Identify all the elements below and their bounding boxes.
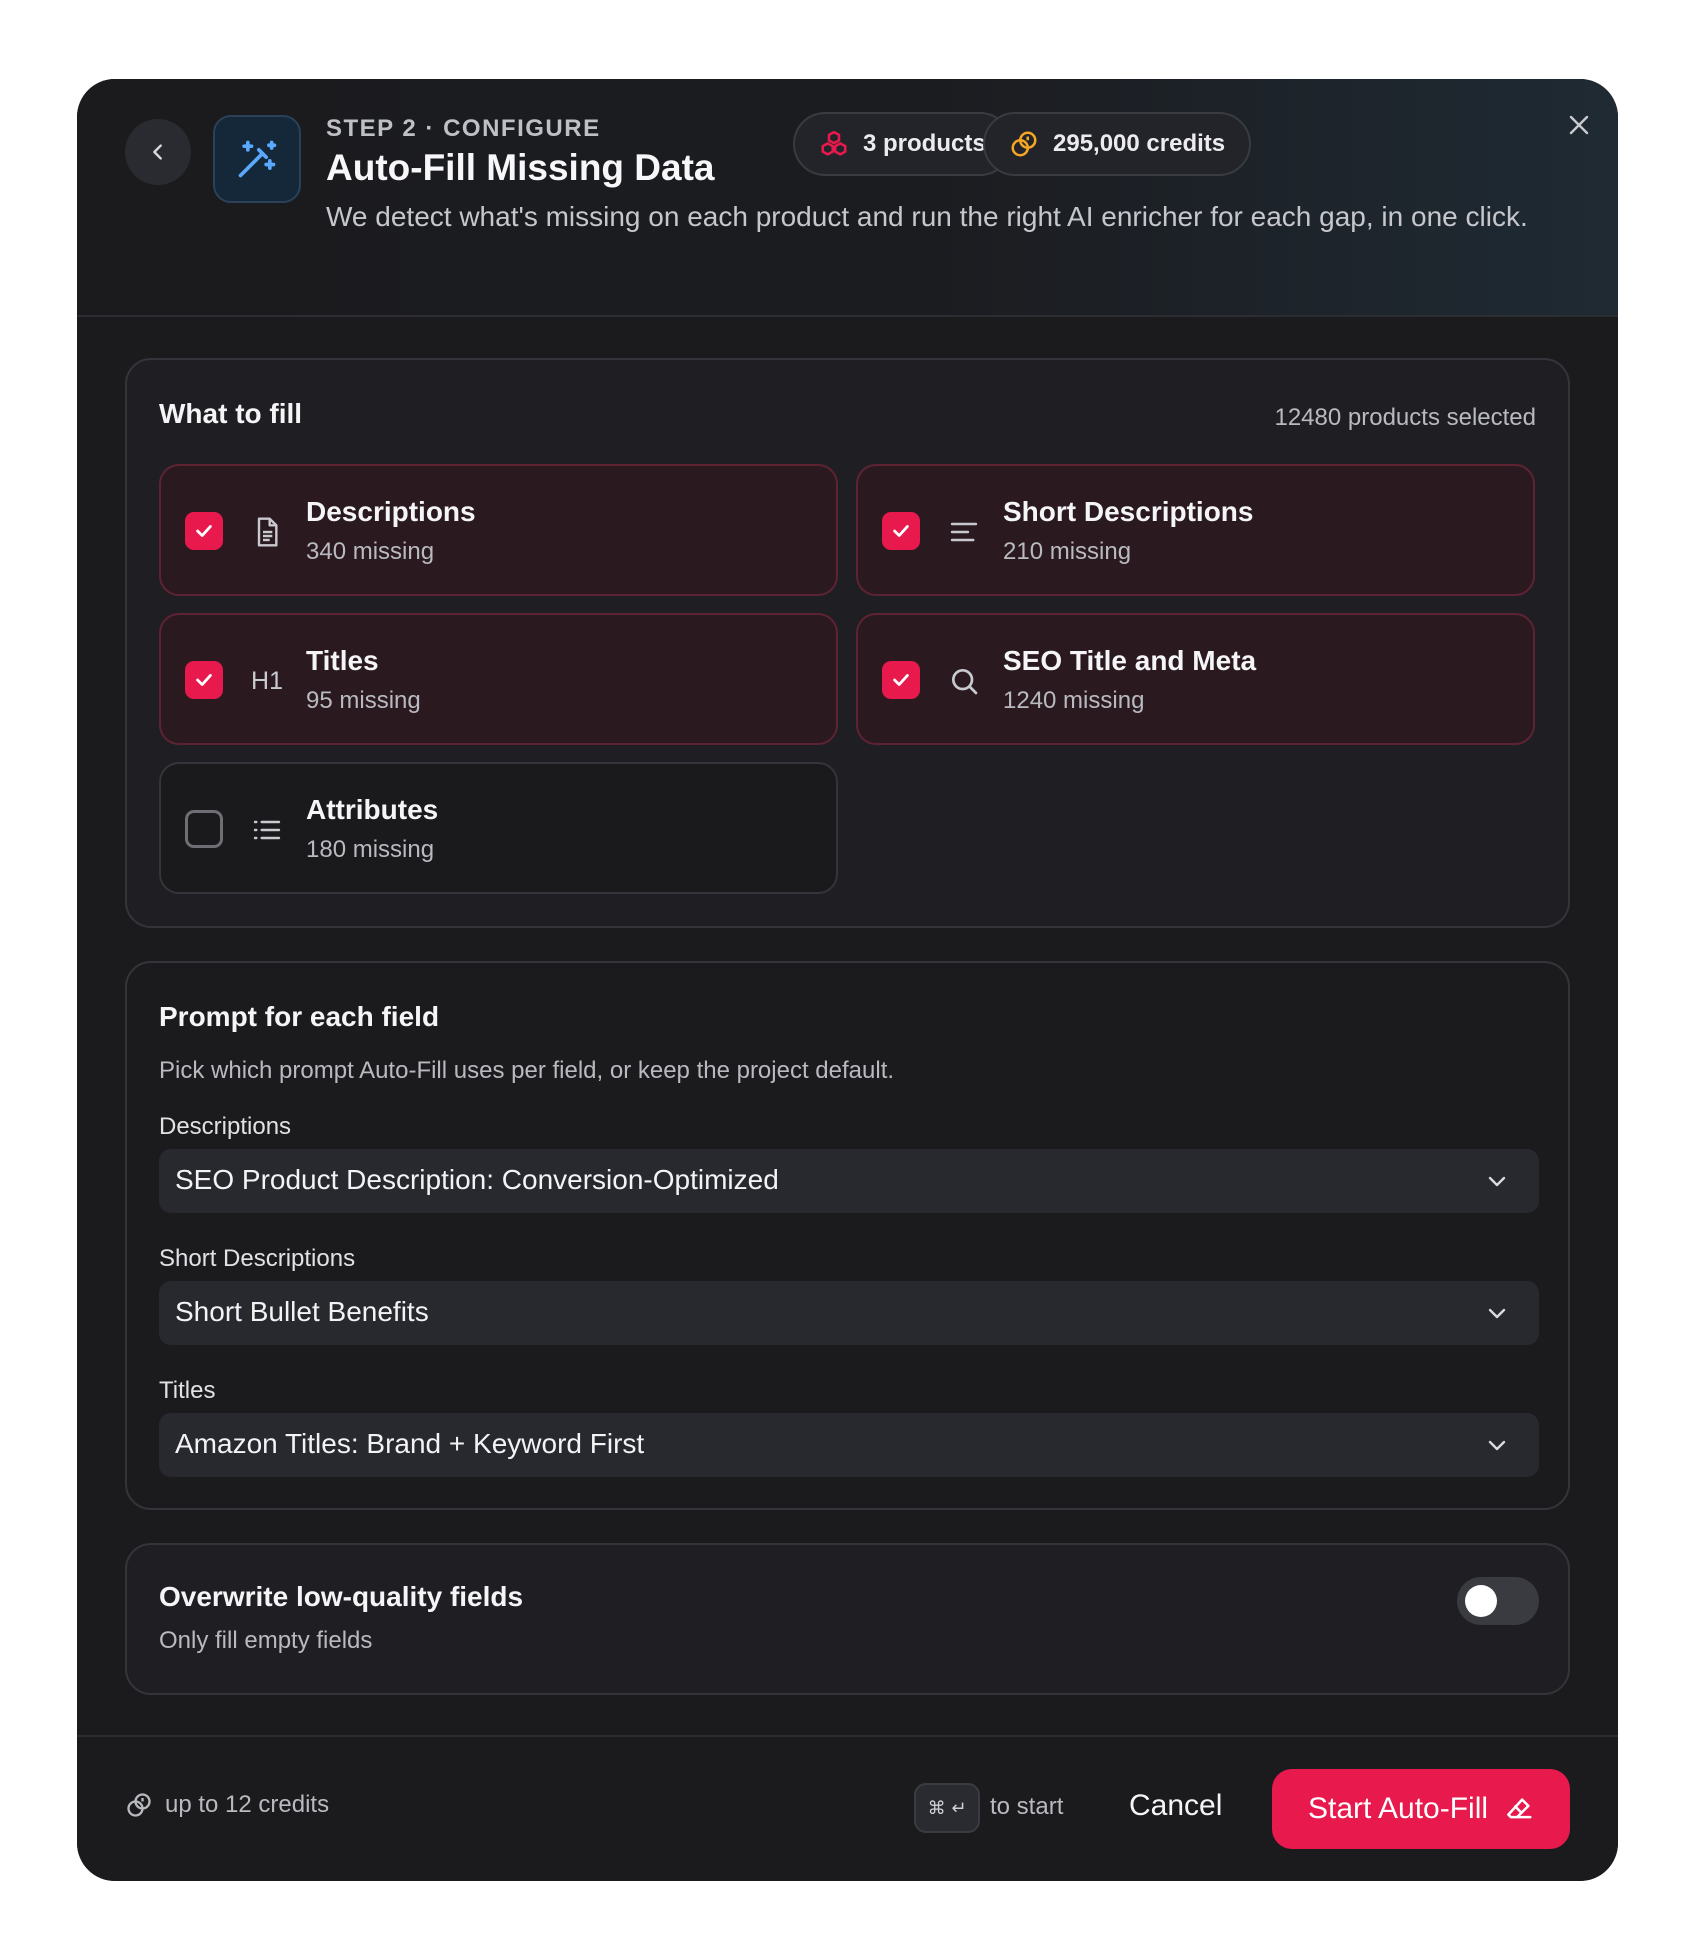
products-pill: 3 products xyxy=(793,112,1012,176)
option-missing: 1240 missing xyxy=(1003,687,1145,714)
checkbox-attributes[interactable] xyxy=(185,810,223,848)
option-label: Titles xyxy=(306,645,379,676)
chevron-down-icon xyxy=(1488,1308,1506,1319)
document-icon xyxy=(245,510,289,554)
magic-wand-icon xyxy=(238,140,277,178)
overwrite-subtitle: Only fill empty fields xyxy=(159,1627,373,1654)
option-titles[interactable]: H1 Titles 95 missing xyxy=(159,613,838,745)
chevron-down-icon xyxy=(1488,1176,1506,1187)
coins-icon xyxy=(1011,131,1037,157)
checkbox-descriptions[interactable] xyxy=(185,512,223,550)
select-value: Amazon Titles: Brand + Keyword First xyxy=(175,1428,645,1459)
chevron-down-icon xyxy=(1488,1440,1506,1451)
option-label: Attributes xyxy=(306,794,439,825)
what-to-fill-card: What to fill 12480 products selected Des… xyxy=(125,358,1570,928)
credits-estimate: up to 12 credits xyxy=(125,1791,329,1819)
prompt-title: Prompt for each field xyxy=(159,1001,440,1032)
check-icon xyxy=(196,525,212,537)
option-missing: 95 missing xyxy=(306,687,421,714)
overwrite-card: Overwrite low-quality fields Only fill e… xyxy=(125,1543,1570,1695)
field-label-short-descriptions: Short Descriptions xyxy=(159,1245,356,1272)
field-label-descriptions: Descriptions xyxy=(159,1113,292,1140)
toggle-knob xyxy=(1465,1585,1497,1617)
search-icon xyxy=(942,659,986,703)
coins-icon xyxy=(127,1793,151,1817)
overwrite-toggle[interactable] xyxy=(1457,1577,1539,1625)
select-descriptions-prompt[interactable]: SEO Product Description: Conversion-Opti… xyxy=(159,1149,1539,1213)
option-label: Short Descriptions xyxy=(1003,496,1254,527)
check-icon xyxy=(196,674,212,686)
list-icon xyxy=(245,808,289,852)
products-count: 3 products xyxy=(863,130,986,157)
check-icon xyxy=(893,525,909,537)
credits-balance: 295,000 credits xyxy=(1053,130,1226,157)
modal-footer: up to 12 credits ⌘ ↵ to start Cancel Sta… xyxy=(77,1735,1618,1881)
option-label: Descriptions xyxy=(306,496,476,527)
modal-header: STEP 2 · CONFIGURE Auto-Fill Missing Dat… xyxy=(77,79,1618,317)
prompt-description: Pick which prompt Auto-Fill uses per fie… xyxy=(159,1057,895,1084)
select-titles-prompt[interactable]: Amazon Titles: Brand + Keyword First xyxy=(159,1413,1539,1477)
start-auto-fill-button[interactable]: Start Auto-Fill xyxy=(1272,1769,1570,1849)
option-missing: 180 missing xyxy=(306,836,435,863)
heading-icon: H1 xyxy=(251,666,283,695)
start-label: Start Auto-Fill xyxy=(1307,1792,1489,1825)
option-attributes[interactable]: Attributes 180 missing xyxy=(159,762,838,894)
eraser-icon xyxy=(1507,1798,1532,1819)
select-short-descriptions-prompt[interactable]: Short Bullet Benefits xyxy=(159,1281,1539,1345)
shortcut-hint: to start xyxy=(990,1793,1064,1820)
close-button[interactable] xyxy=(1557,103,1601,147)
app-icon xyxy=(213,115,301,203)
option-missing: 340 missing xyxy=(306,538,435,565)
credits-pill: 295,000 credits xyxy=(983,112,1252,176)
select-value: SEO Product Description: Conversion-Opti… xyxy=(175,1164,779,1195)
keyboard-shortcut-badge: ⌘ ↵ xyxy=(914,1783,980,1833)
cancel-button[interactable]: Cancel xyxy=(1129,1789,1222,1823)
what-to-fill-title: What to fill xyxy=(159,398,303,429)
modal-subtitle: We detect what's missing on each product… xyxy=(326,201,1528,232)
step-label: STEP 2 · CONFIGURE xyxy=(326,115,601,142)
chevron-left-icon xyxy=(153,144,162,160)
select-value: Short Bullet Benefits xyxy=(175,1296,429,1327)
option-descriptions[interactable]: Descriptions 340 missing xyxy=(159,464,838,596)
align-left-icon xyxy=(942,510,986,554)
overwrite-title: Overwrite low-quality fields xyxy=(159,1581,524,1612)
checkbox-seo-title-meta[interactable] xyxy=(882,661,920,699)
check-icon xyxy=(893,674,909,686)
prompt-card: Prompt for each field Pick which prompt … xyxy=(125,961,1570,1510)
option-seo-title-meta[interactable]: SEO Title and Meta 1240 missing xyxy=(856,613,1535,745)
option-label: SEO Title and Meta xyxy=(1003,645,1257,676)
auto-fill-modal: STEP 2 · CONFIGURE Auto-Fill Missing Dat… xyxy=(77,79,1618,1881)
option-short-descriptions[interactable]: Short Descriptions 210 missing xyxy=(856,464,1535,596)
checkbox-titles[interactable] xyxy=(185,661,223,699)
modal-title: Auto-Fill Missing Data xyxy=(326,147,715,188)
close-icon xyxy=(1569,115,1589,135)
field-label-titles: Titles xyxy=(159,1377,216,1404)
credits-estimate-text: up to 12 credits xyxy=(165,1791,330,1818)
option-missing: 210 missing xyxy=(1003,538,1132,565)
boxes-icon xyxy=(821,130,847,156)
checkbox-short-descriptions[interactable] xyxy=(882,512,920,550)
back-button[interactable] xyxy=(125,119,191,185)
selected-count: 12480 products selected xyxy=(1274,404,1536,431)
